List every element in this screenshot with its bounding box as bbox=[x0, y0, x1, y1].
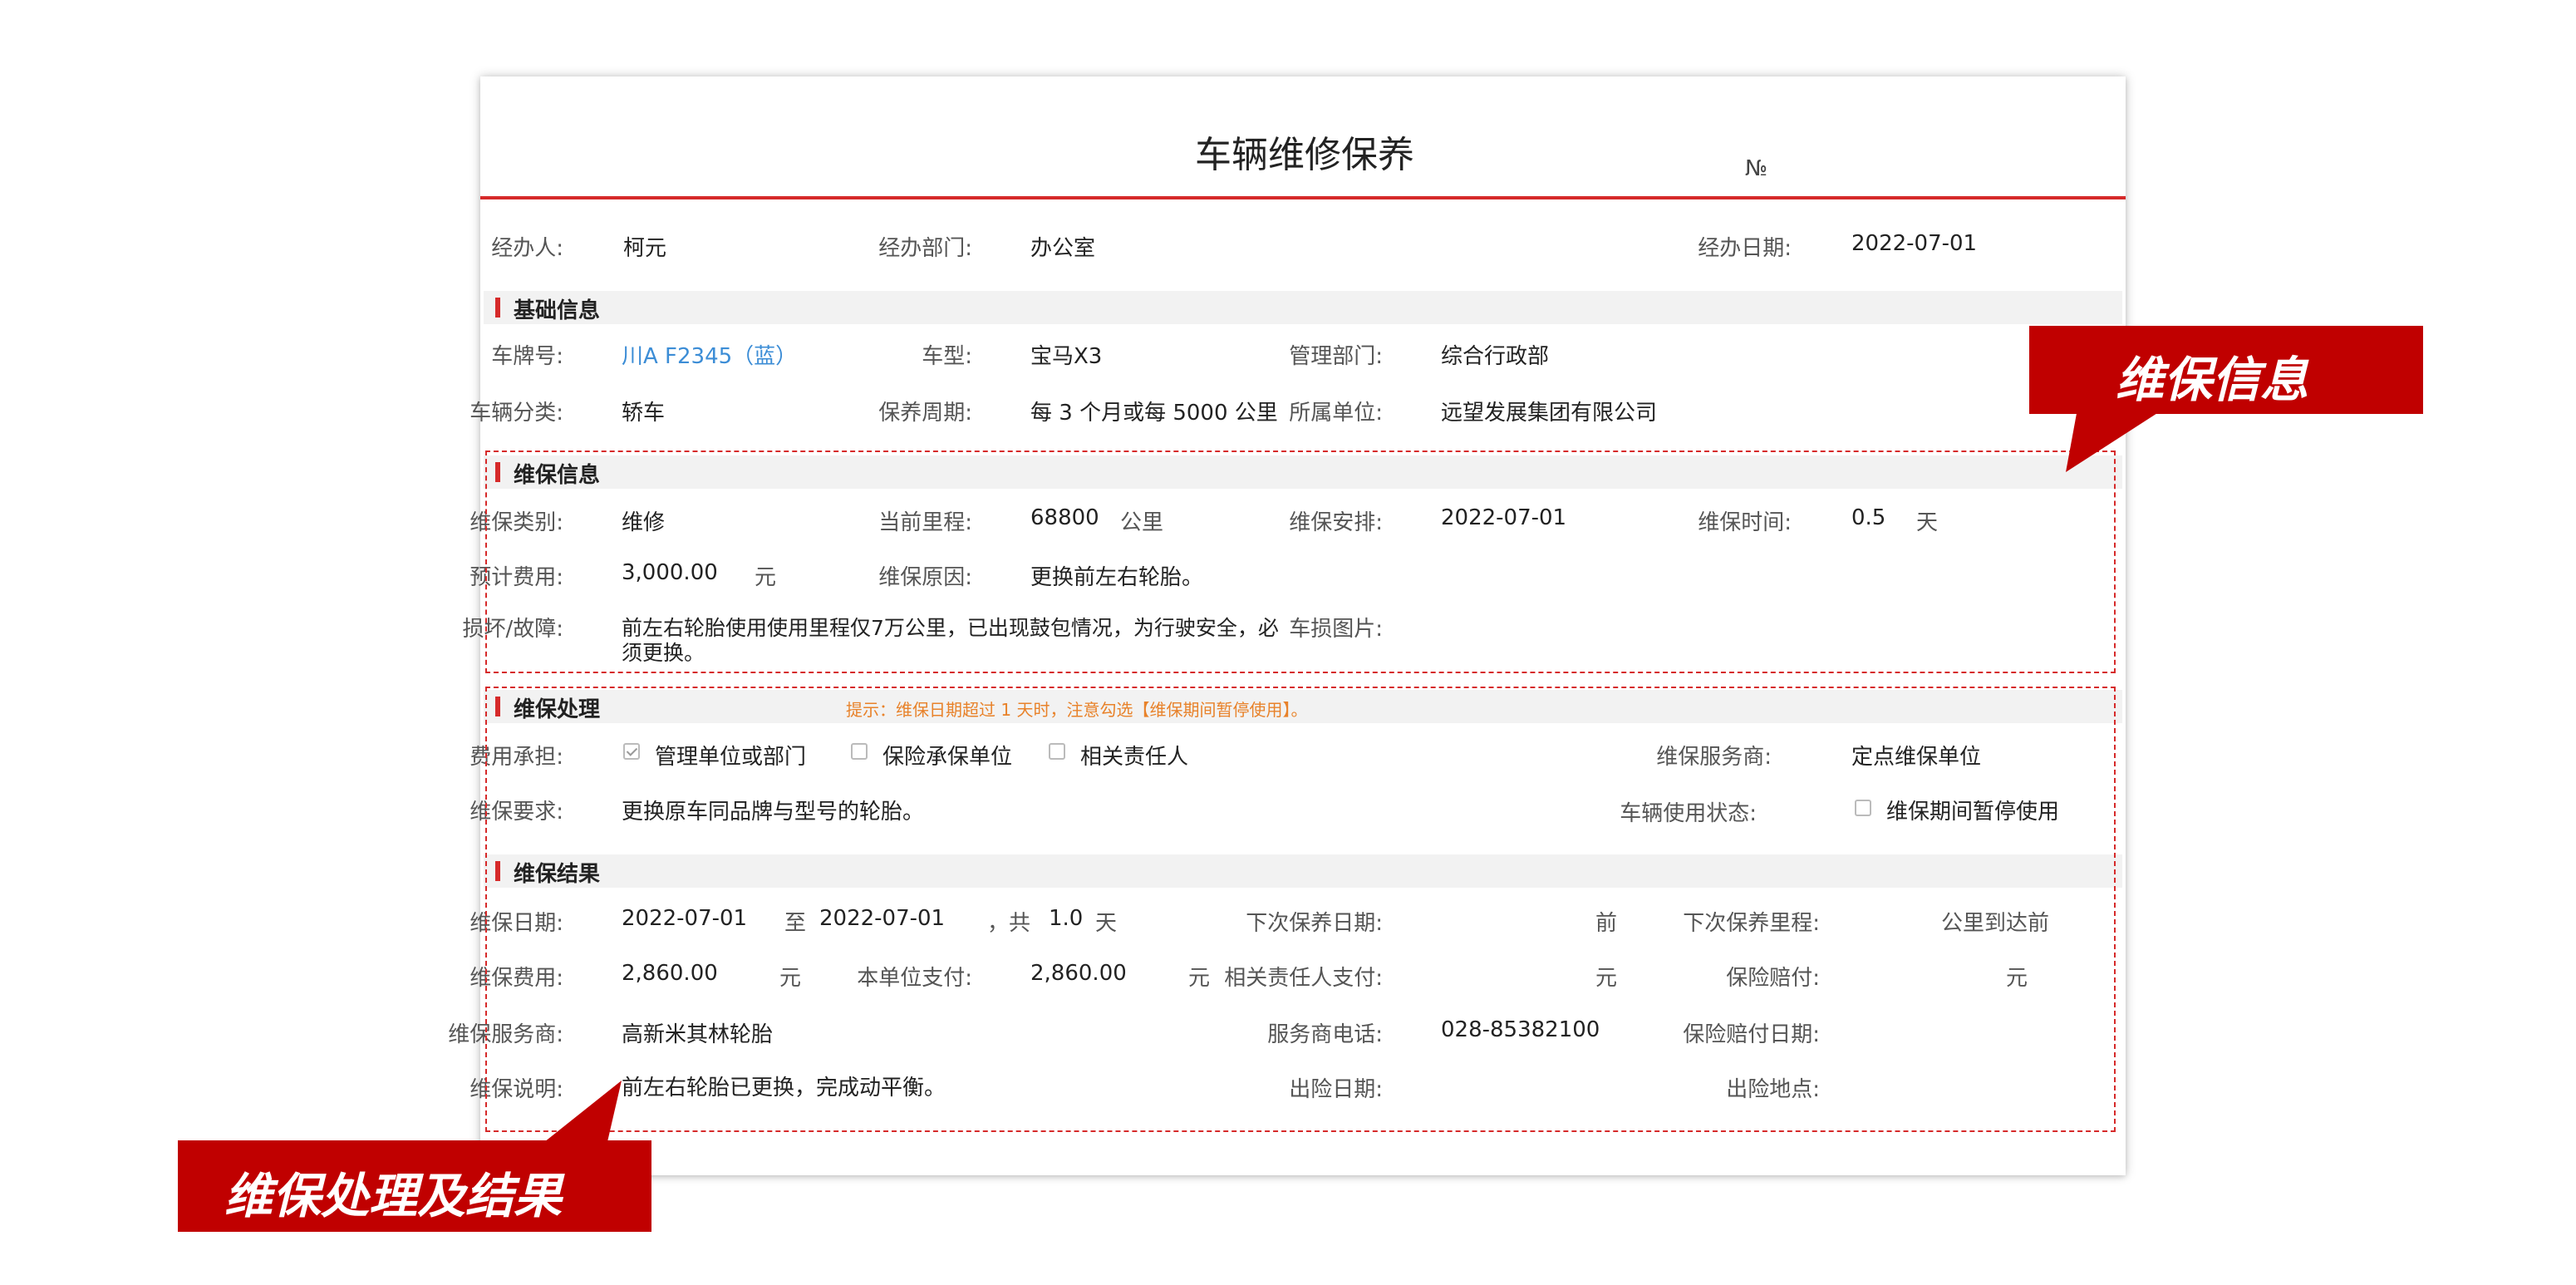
callout-pointers bbox=[540, 409, 2164, 1145]
callout-text: 维保处理及结果 bbox=[224, 1168, 563, 1224]
callout-processing-result: 维保处理及结果 bbox=[178, 1140, 651, 1232]
callout-maint-info: 维保信息 bbox=[2029, 326, 2423, 414]
processing-pointer bbox=[540, 1081, 622, 1145]
maint-info-pointer bbox=[2066, 409, 2164, 472]
callout-text: 维保信息 bbox=[2116, 352, 2309, 408]
